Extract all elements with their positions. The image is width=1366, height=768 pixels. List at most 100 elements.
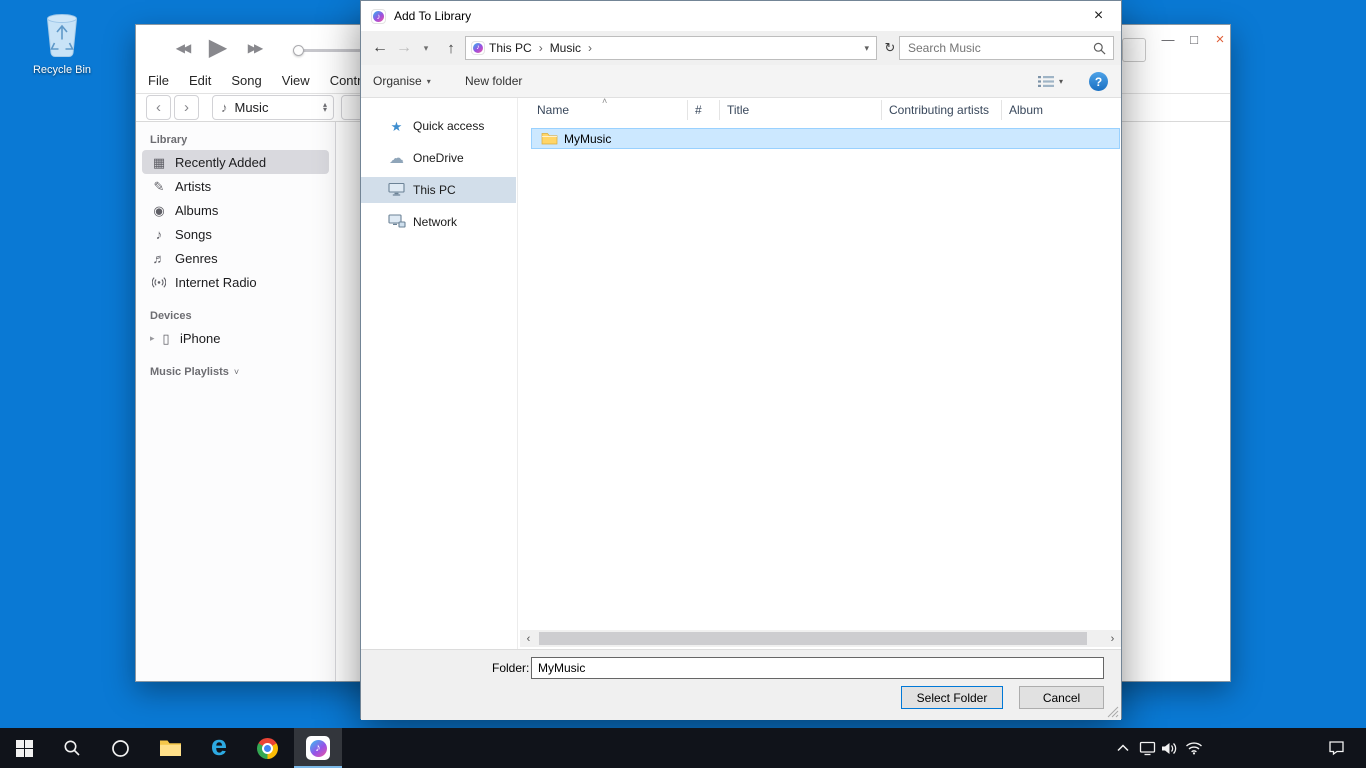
itunes-forward-button[interactable]: › [174, 95, 199, 120]
address-bar[interactable]: ♪ This PC › Music › ▾ [465, 36, 877, 60]
dialog-close-button[interactable]: × [1076, 1, 1121, 31]
sidebar-item-recently-added[interactable]: ▦ Recently Added [142, 150, 329, 174]
up-button[interactable]: ↑ [441, 31, 461, 65]
media-picker[interactable]: ♪ Music ▴ ▾ [212, 95, 334, 120]
sidebar-item-label: iPhone [180, 331, 220, 346]
edge-icon: e [211, 732, 227, 761]
rewind-button[interactable]: ◀◀ [170, 41, 194, 55]
forward-button[interactable]: → [393, 31, 415, 65]
dialog-itunes-icon: ♪ [371, 9, 386, 24]
minimize-button[interactable]: — [1156, 28, 1180, 50]
recent-locations-dropdown-icon[interactable]: ▾ [419, 31, 433, 65]
dialog-toolbar: Organise ▾ New folder ▾ ? [361, 65, 1121, 98]
breadcrumb-this-pc[interactable]: This PC [485, 41, 536, 55]
album-disc-icon: ◉ [150, 204, 168, 217]
devices-header: Devices [150, 310, 335, 322]
menu-item-file[interactable]: File [138, 69, 179, 93]
resize-grip[interactable] [1107, 706, 1119, 718]
taskbar-search-button[interactable] [48, 728, 96, 768]
address-location-icon: ♪ [471, 41, 485, 55]
organise-button[interactable]: Organise ▾ [373, 65, 431, 97]
itunes-sidebar: Library ▦ Recently Added ✎ Artists ◉ Alb… [136, 122, 336, 681]
stepper-down-icon: ▾ [323, 108, 327, 113]
music-note-icon: ♪ [221, 100, 228, 115]
maximize-button[interactable]: □ [1182, 28, 1206, 50]
back-button[interactable]: ← [369, 31, 391, 65]
column-header-contributing-artists[interactable]: Contributing artists [881, 98, 1001, 122]
search-box [899, 36, 1114, 60]
sidebar-item-albums[interactable]: ◉ Albums [142, 198, 329, 222]
column-separator[interactable] [719, 100, 720, 120]
tray-network-button[interactable] [1183, 728, 1205, 768]
sidebar-item-genres[interactable]: ♬ Genres [142, 246, 329, 270]
column-header-title[interactable]: Title [719, 98, 881, 122]
dialog-title: Add To Library [394, 9, 471, 23]
address-dropdown-icon[interactable]: ▾ [864, 43, 869, 54]
menu-item-song[interactable]: Song [221, 69, 271, 93]
nav-item-quick-access[interactable]: ★ Quick access [361, 113, 516, 139]
disclosure-icon[interactable]: ▸ [150, 333, 159, 344]
scroll-right-button[interactable]: › [1104, 630, 1121, 647]
nav-item-label: This PC [413, 183, 456, 197]
column-separator[interactable] [881, 100, 882, 120]
edge-button[interactable]: e [195, 728, 243, 768]
nav-item-onedrive[interactable]: ☁ OneDrive [361, 145, 516, 171]
cortana-button[interactable] [96, 728, 144, 768]
itunes-toolbar-fragment[interactable] [1122, 38, 1146, 62]
sidebar-item-iphone[interactable]: ▸ ▯ iPhone [142, 326, 329, 350]
breadcrumb-music[interactable]: Music [546, 41, 585, 55]
taskbar-itunes-button[interactable]: ♪ [294, 728, 342, 768]
nav-item-network[interactable]: Network [361, 209, 516, 235]
nav-item-this-pc[interactable]: This PC [361, 177, 516, 203]
chrome-button[interactable] [243, 728, 291, 768]
column-header-album[interactable]: Album [1001, 98, 1111, 122]
file-explorer-button[interactable] [146, 728, 194, 768]
recycle-bin[interactable]: Recycle Bin [30, 8, 94, 76]
new-folder-button[interactable]: New folder [465, 65, 522, 97]
action-center-button[interactable] [1314, 728, 1358, 768]
list-view-icon [1038, 75, 1054, 88]
refresh-button[interactable]: ↻ [881, 31, 899, 65]
desktop[interactable]: { "desktop": { "recycle_bin_label": "Rec… [0, 0, 1366, 768]
fast-forward-button[interactable]: ▶▶ [242, 41, 266, 55]
scroll-thumb[interactable] [539, 632, 1087, 645]
tray-display-button[interactable] [1136, 728, 1158, 768]
column-separator[interactable] [1001, 100, 1002, 120]
column-header-name[interactable]: Name [529, 98, 687, 122]
organise-label: Organise [373, 74, 422, 88]
views-button[interactable]: ▾ [1038, 65, 1063, 97]
column-header-number[interactable]: # [687, 98, 719, 122]
sidebar-item-internet-radio[interactable]: Internet Radio [142, 270, 329, 294]
column-separator[interactable] [687, 100, 688, 120]
search-icon[interactable] [1093, 42, 1106, 55]
menu-item-view[interactable]: View [272, 69, 320, 93]
close-icon[interactable]: × [1208, 28, 1232, 50]
sidebar-item-artists[interactable]: ✎ Artists [142, 174, 329, 198]
file-name: MyMusic [564, 132, 611, 146]
sidebar-item-label: Albums [175, 203, 218, 218]
folder-name-input[interactable] [531, 657, 1104, 679]
cortana-icon [111, 739, 130, 758]
chevron-down-icon: ˅ [234, 367, 239, 377]
help-button[interactable]: ? [1089, 72, 1108, 91]
music-playlists-header[interactable]: Music Playlists ˅ [150, 366, 335, 378]
file-row-mymusic[interactable]: MyMusic [531, 128, 1120, 149]
menu-item-edit[interactable]: Edit [179, 69, 221, 93]
itunes-back-button[interactable]: ‹ [146, 95, 171, 120]
breadcrumb-separator-icon: › [585, 41, 595, 55]
volume-knob[interactable] [293, 45, 304, 56]
cancel-button[interactable]: Cancel [1019, 686, 1104, 709]
sidebar-item-label: Artists [175, 179, 211, 194]
sidebar-item-songs[interactable]: ♪ Songs [142, 222, 329, 246]
scroll-left-button[interactable]: ‹ [520, 630, 537, 647]
tray-volume-button[interactable] [1158, 728, 1180, 768]
start-button[interactable] [0, 728, 48, 768]
select-folder-button[interactable]: Select Folder [901, 686, 1003, 709]
volume-slider[interactable] [294, 45, 366, 56]
network-icon [387, 214, 406, 230]
windows-logo-icon [16, 740, 33, 757]
play-button[interactable]: ▶ [203, 33, 233, 62]
search-input[interactable] [900, 41, 1093, 55]
tray-expand-button[interactable] [1112, 728, 1134, 768]
dialog-titlebar[interactable]: ♪ Add To Library × [361, 1, 1121, 31]
